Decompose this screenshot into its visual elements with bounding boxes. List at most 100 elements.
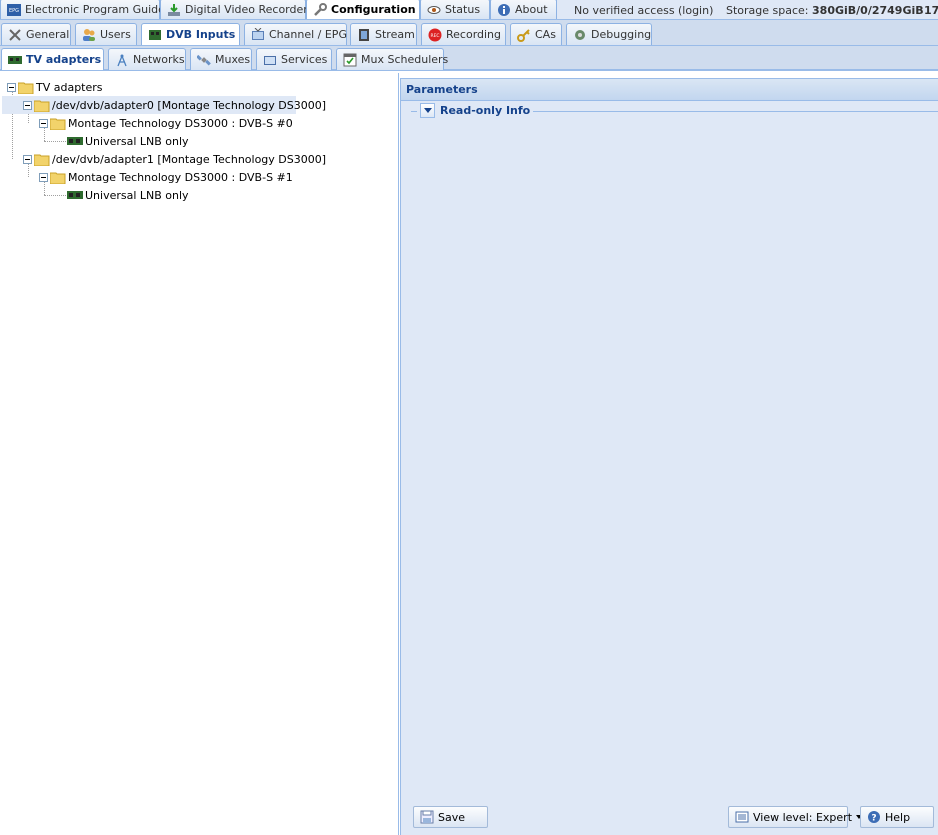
tv-adapter-icon [8,53,22,67]
antenna-icon [115,53,129,67]
tab-tv-adapters[interactable]: TV adapters [1,48,104,70]
main-tabbar: EPG Electronic Program Guide Digital Vid… [0,0,938,20]
readonly-info-fieldset: Read-only Info [411,103,938,129]
info-icon [497,3,511,17]
svg-text:EPG: EPG [9,8,19,14]
dvb-card-icon [148,28,162,42]
fieldset-title: Read-only Info [440,104,531,117]
view-level-button[interactable]: View level: Expert [728,806,863,828]
collapse-toggle-icon[interactable] [23,154,32,164]
collapse-toggle-icon[interactable] [39,118,48,128]
tab-label: Status [445,3,481,16]
tab-status[interactable]: Status [420,0,490,19]
tree-node-label: Universal LNB only [85,188,189,202]
tab-channel-epg[interactable]: Channel / EPG [244,23,347,45]
folder-open-icon [18,82,34,94]
tab-users[interactable]: Users [75,23,137,45]
wrench-icon [313,2,327,17]
tab-dvb-inputs[interactable]: DVB Inputs [141,23,240,45]
tree-node-adapter1[interactable]: /dev/dvb/adapter1 [Montage Technology DS… [23,150,326,168]
parameters-panel: Parameters Read-only Info [400,78,938,835]
tab-label: CAs [535,28,556,41]
adapter-tree: TV adapters /dev/dvb/adapter0 [Montage T… [0,73,399,835]
film-icon [357,28,371,42]
readonly-info-legend[interactable]: Read-only Info [417,103,534,118]
tab-label: About [515,3,548,16]
tree-node-label: TV adapters [36,80,103,94]
tab-label: Debugging [591,28,652,41]
tree-node-label: /dev/dvb/adapter1 [Montage Technology DS… [52,152,327,166]
svg-text:?: ? [871,814,876,824]
storage-trailing: 17 [924,3,938,17]
tab-label: Channel / EPG [269,28,347,41]
tab-debugging[interactable]: Debugging [566,23,652,45]
tab-label: TV adapters [26,53,102,66]
collapse-toggle-icon[interactable] [23,100,32,110]
svg-text:REC: REC [430,33,439,39]
satellite-icon [197,53,211,67]
key-icon [517,28,531,42]
collapse-chevron-icon[interactable] [420,103,435,118]
tab-epg[interactable]: EPG Electronic Program Guide [0,0,165,19]
tree-node-adapter0[interactable]: /dev/dvb/adapter0 [Montage Technology DS… [2,96,326,114]
rec-icon: REC [428,28,442,42]
tree-node-satconf1[interactable]: Universal LNB only [67,186,189,204]
tv-service-icon [263,53,277,67]
help-button[interactable]: ? Help [860,806,934,828]
tv-adapter-icon [67,137,83,145]
tab-label: Users [100,28,131,41]
help-icon: ? [867,810,881,824]
eye-icon [427,3,441,17]
tab-label: Digital Video Recorder [185,3,308,16]
tab-muxes[interactable]: Muxes [190,48,252,70]
tv-icon [251,27,265,42]
tab-label: Configuration [331,3,416,16]
bug-icon [573,28,587,42]
users-icon [82,28,96,42]
tree-node-frontend0[interactable]: Montage Technology DS3000 : DVB-S #0 [39,114,293,132]
tab-label: Stream [375,28,415,41]
storage-value: 380GiB/0/2749GiB [812,3,924,17]
tree-connector [44,195,66,196]
tree-node-label: Montage Technology DS3000 : DVB-S #0 [68,116,293,130]
epg-icon: EPG [7,3,21,17]
calendar-check-icon [343,53,357,67]
tab-label: Networks [133,53,185,66]
tab-dvr[interactable]: Digital Video Recorder [160,0,308,19]
tab-stream[interactable]: Stream [350,23,417,45]
save-button[interactable]: Save [413,806,488,828]
tab-label: Mux Schedulers [361,53,449,66]
tab-mux-schedulers[interactable]: Mux Schedulers [336,48,448,70]
tab-cas[interactable]: CAs [510,23,562,45]
collapse-toggle-icon[interactable] [39,172,48,182]
view-level-label: View level: Expert [753,810,853,824]
tab-configuration[interactable]: Configuration [306,0,420,19]
tab-recording[interactable]: REC Recording [421,23,506,45]
access-status: No verified access [574,3,675,17]
storage-label: Storage space: [726,3,809,17]
help-button-label: Help [885,810,911,824]
tab-networks[interactable]: Networks [108,48,186,70]
tree-node-satconf0[interactable]: Universal LNB only [67,132,189,150]
tab-label: Muxes [215,53,251,66]
collapse-toggle-icon[interactable] [7,82,16,92]
tv-adapter-icon [67,191,83,199]
tab-general[interactable]: General [1,23,71,45]
tab-about[interactable]: About [490,0,557,19]
tools-icon [8,28,22,42]
tab-label: Electronic Program Guide [25,3,165,16]
tab-label: Recording [446,28,502,41]
login-link[interactable]: (login) [678,1,713,19]
tree-root[interactable]: TV adapters [7,78,103,96]
save-icon [420,810,434,824]
tree-connector [44,141,66,142]
dvr-download-icon [167,3,181,17]
folder-open-icon [50,118,66,130]
panel-title: Parameters [401,79,938,101]
storage-space: Storage space: 380GiB/0/2749GiB [726,1,924,19]
tree-node-label: /dev/dvb/adapter0 [Montage Technology DS… [52,98,327,112]
tree-node-frontend1[interactable]: Montage Technology DS3000 : DVB-S #1 [39,168,293,186]
config-tabbar: General Users DVB Inputs Channel / EPG S… [0,20,938,46]
folder-open-icon [50,172,66,184]
tab-services[interactable]: Services [256,48,332,70]
